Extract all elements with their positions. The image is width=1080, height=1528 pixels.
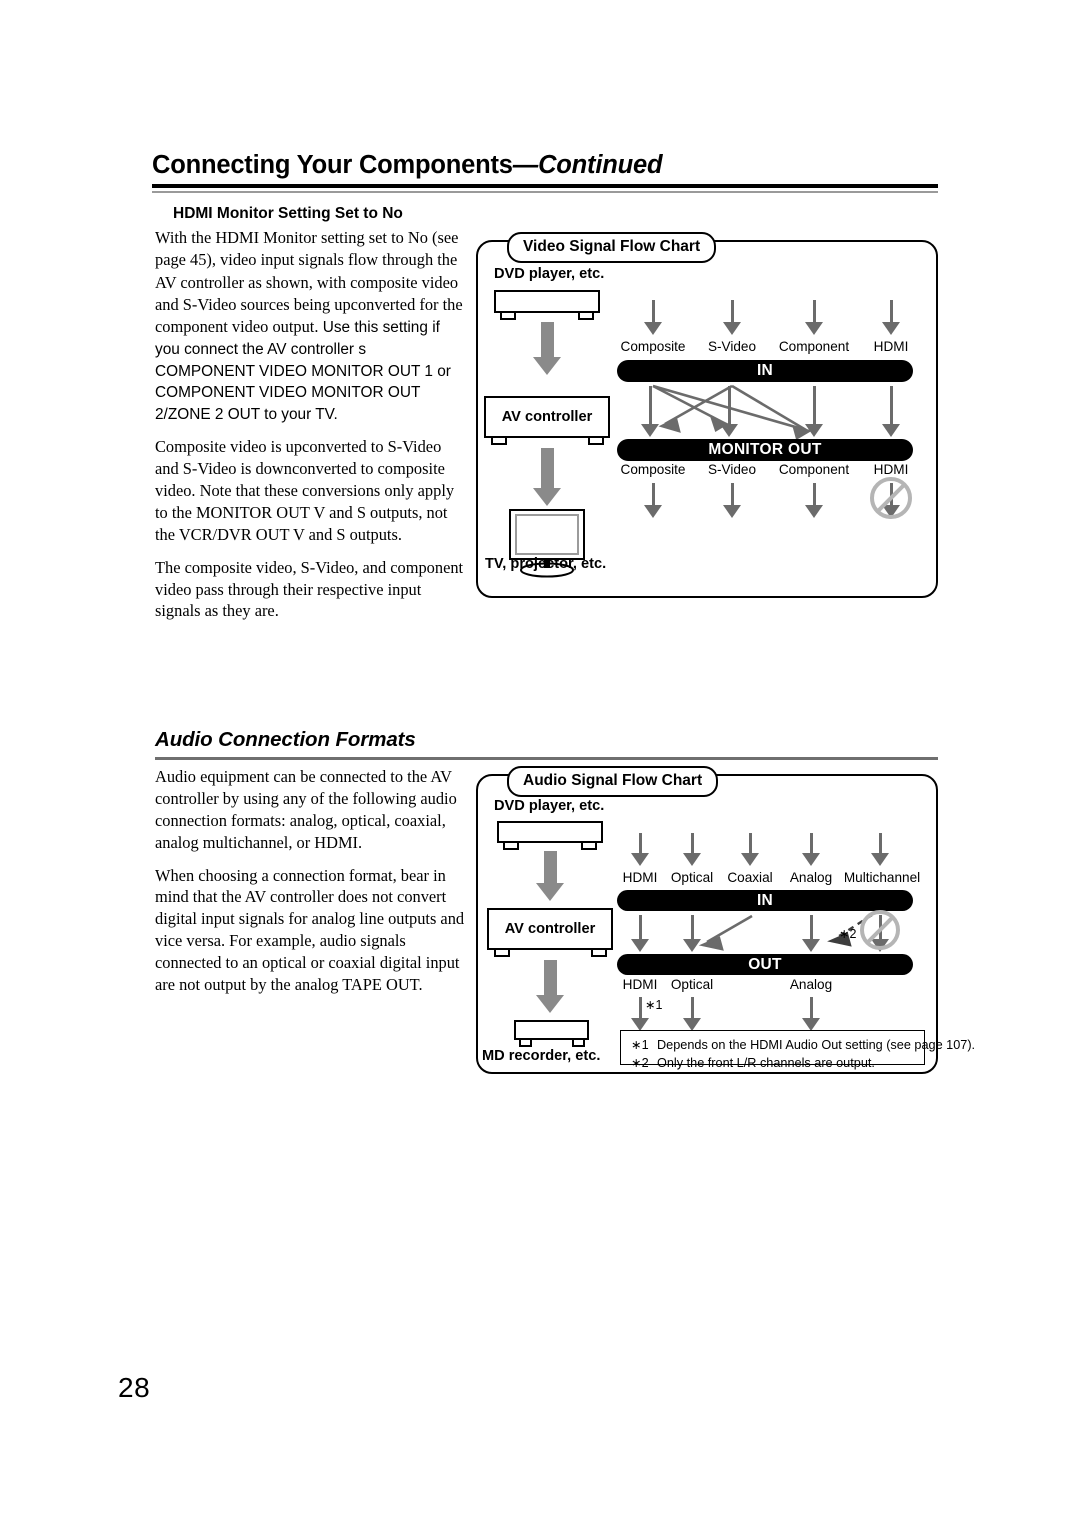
video-source-foot-right: [578, 313, 594, 320]
audio-section-heading: Audio Connection Formats: [155, 728, 416, 751]
audio-chart-legend: Audio Signal Flow Chart: [507, 766, 719, 797]
audio-section-text: Audio equipment can be connected to the …: [155, 766, 465, 1007]
audio-footnote-1-mark: ∗1: [631, 1038, 649, 1052]
audio-footnote-2-mark: ∗2: [631, 1056, 649, 1071]
audio-controller-foot-right: [591, 950, 607, 957]
video-in-label-composite: Composite: [620, 339, 686, 354]
video-source-label: DVD player, etc.: [494, 266, 605, 282]
audio-footnote-box: ∗1 Depends on the HDMI Audio Out setting …: [620, 1030, 975, 1070]
audio-sink-foot-right: [572, 1040, 585, 1047]
video-controller-device: AV controller: [484, 396, 610, 438]
video-out-label-component: Component: [778, 462, 850, 477]
audio-footnote-2: ∗2 Only the front L/R channels are output…: [631, 1054, 916, 1072]
video-sink-screen: [515, 514, 579, 555]
audio-in-label-multichannel: Multichannel: [843, 870, 921, 885]
video-in-bar: IN: [617, 360, 913, 382]
audio-section-rule: [155, 757, 938, 760]
audio-controller-label: AV controller: [504, 921, 596, 937]
audio-section-heading-block: Audio Connection Formats: [155, 728, 938, 760]
audio-out-bar: OUT: [617, 954, 913, 975]
audio-in-label-coaxial: Coaxial: [727, 870, 773, 885]
audio-source-label: DVD player, etc.: [494, 798, 605, 814]
video-out-bar: MONITOR OUT: [617, 439, 913, 461]
page-title-continued: —Continued: [512, 151, 663, 179]
header-rule-thick: [152, 184, 938, 188]
audio-footnote-1-text: Depends on the HDMI Audio Out setting (s…: [657, 1038, 976, 1052]
video-out-label-composite: Composite: [620, 462, 686, 477]
audio-in-bar: IN: [617, 890, 913, 911]
video-out-label-svideo: S-Video: [707, 462, 757, 477]
video-paragraph-3: The composite video, S-Video, and compon…: [155, 557, 464, 621]
video-section-text: HDMI Monitor Setting Set to No With the …: [155, 205, 465, 633]
audio-out-label-analog: Analog: [789, 977, 833, 992]
audio-marker-2: ∗2: [839, 927, 857, 941]
audio-in-label-analog: Analog: [789, 870, 833, 885]
page-title: Connecting Your Components—Continued: [152, 152, 938, 179]
audio-footnote-2-text: Only the front L/R channels are output.: [657, 1056, 875, 1071]
audio-footnote-1: ∗1 Depends on the HDMI Audio Out setting …: [631, 1036, 975, 1054]
audio-out-label-hdmi: HDMI: [622, 977, 658, 992]
page-title-main: Connecting Your Components: [152, 151, 513, 179]
audio-out-label-optical: Optical: [670, 977, 714, 992]
page-header: Connecting Your Components—Continued: [152, 152, 938, 179]
video-in-label-hdmi: HDMI: [873, 339, 909, 354]
manual-page: Connecting Your Components—Continued HDM…: [0, 0, 1080, 1528]
audio-paragraph-1: Audio equipment can be connected to the …: [155, 767, 457, 852]
video-sink-label: TV, projector, etc.: [485, 556, 607, 572]
audio-source-device: [497, 821, 603, 843]
video-controller-foot-right: [588, 438, 604, 445]
audio-in-label-hdmi: HDMI: [622, 870, 658, 885]
audio-controller-foot-left: [494, 950, 510, 957]
video-controller-foot-left: [491, 438, 507, 445]
audio-sink-foot-left: [519, 1040, 532, 1047]
video-controller-label: AV controller: [501, 409, 593, 425]
video-in-label-component: Component: [778, 339, 850, 354]
audio-sink-device: [514, 1020, 589, 1040]
video-in-label-svideo: S-Video: [707, 339, 757, 354]
video-source-foot-left: [500, 313, 516, 320]
header-rule-thin: [152, 191, 938, 193]
audio-in-label-optical: Optical: [670, 870, 714, 885]
page-number: 28: [118, 1372, 151, 1403]
audio-controller-device: AV controller: [487, 908, 613, 950]
audio-sink-label: MD recorder, etc.: [482, 1048, 601, 1064]
audio-marker-1: ∗1: [645, 998, 663, 1012]
video-source-device: [494, 290, 600, 313]
audio-source-foot-left: [503, 843, 519, 850]
video-chart-legend: Video Signal Flow Chart: [507, 232, 717, 263]
audio-source-foot-right: [581, 843, 597, 850]
video-paragraph-1: With the HDMI Monitor setting set to No …: [155, 227, 465, 425]
audio-paragraph-2: When choosing a connection format, bear …: [155, 865, 465, 995]
video-out-label-hdmi: HDMI: [873, 462, 909, 477]
video-sub-heading: HDMI Monitor Setting Set to No: [173, 205, 403, 222]
video-paragraph-2: Composite video is upconverted to S-Vide…: [155, 437, 455, 544]
